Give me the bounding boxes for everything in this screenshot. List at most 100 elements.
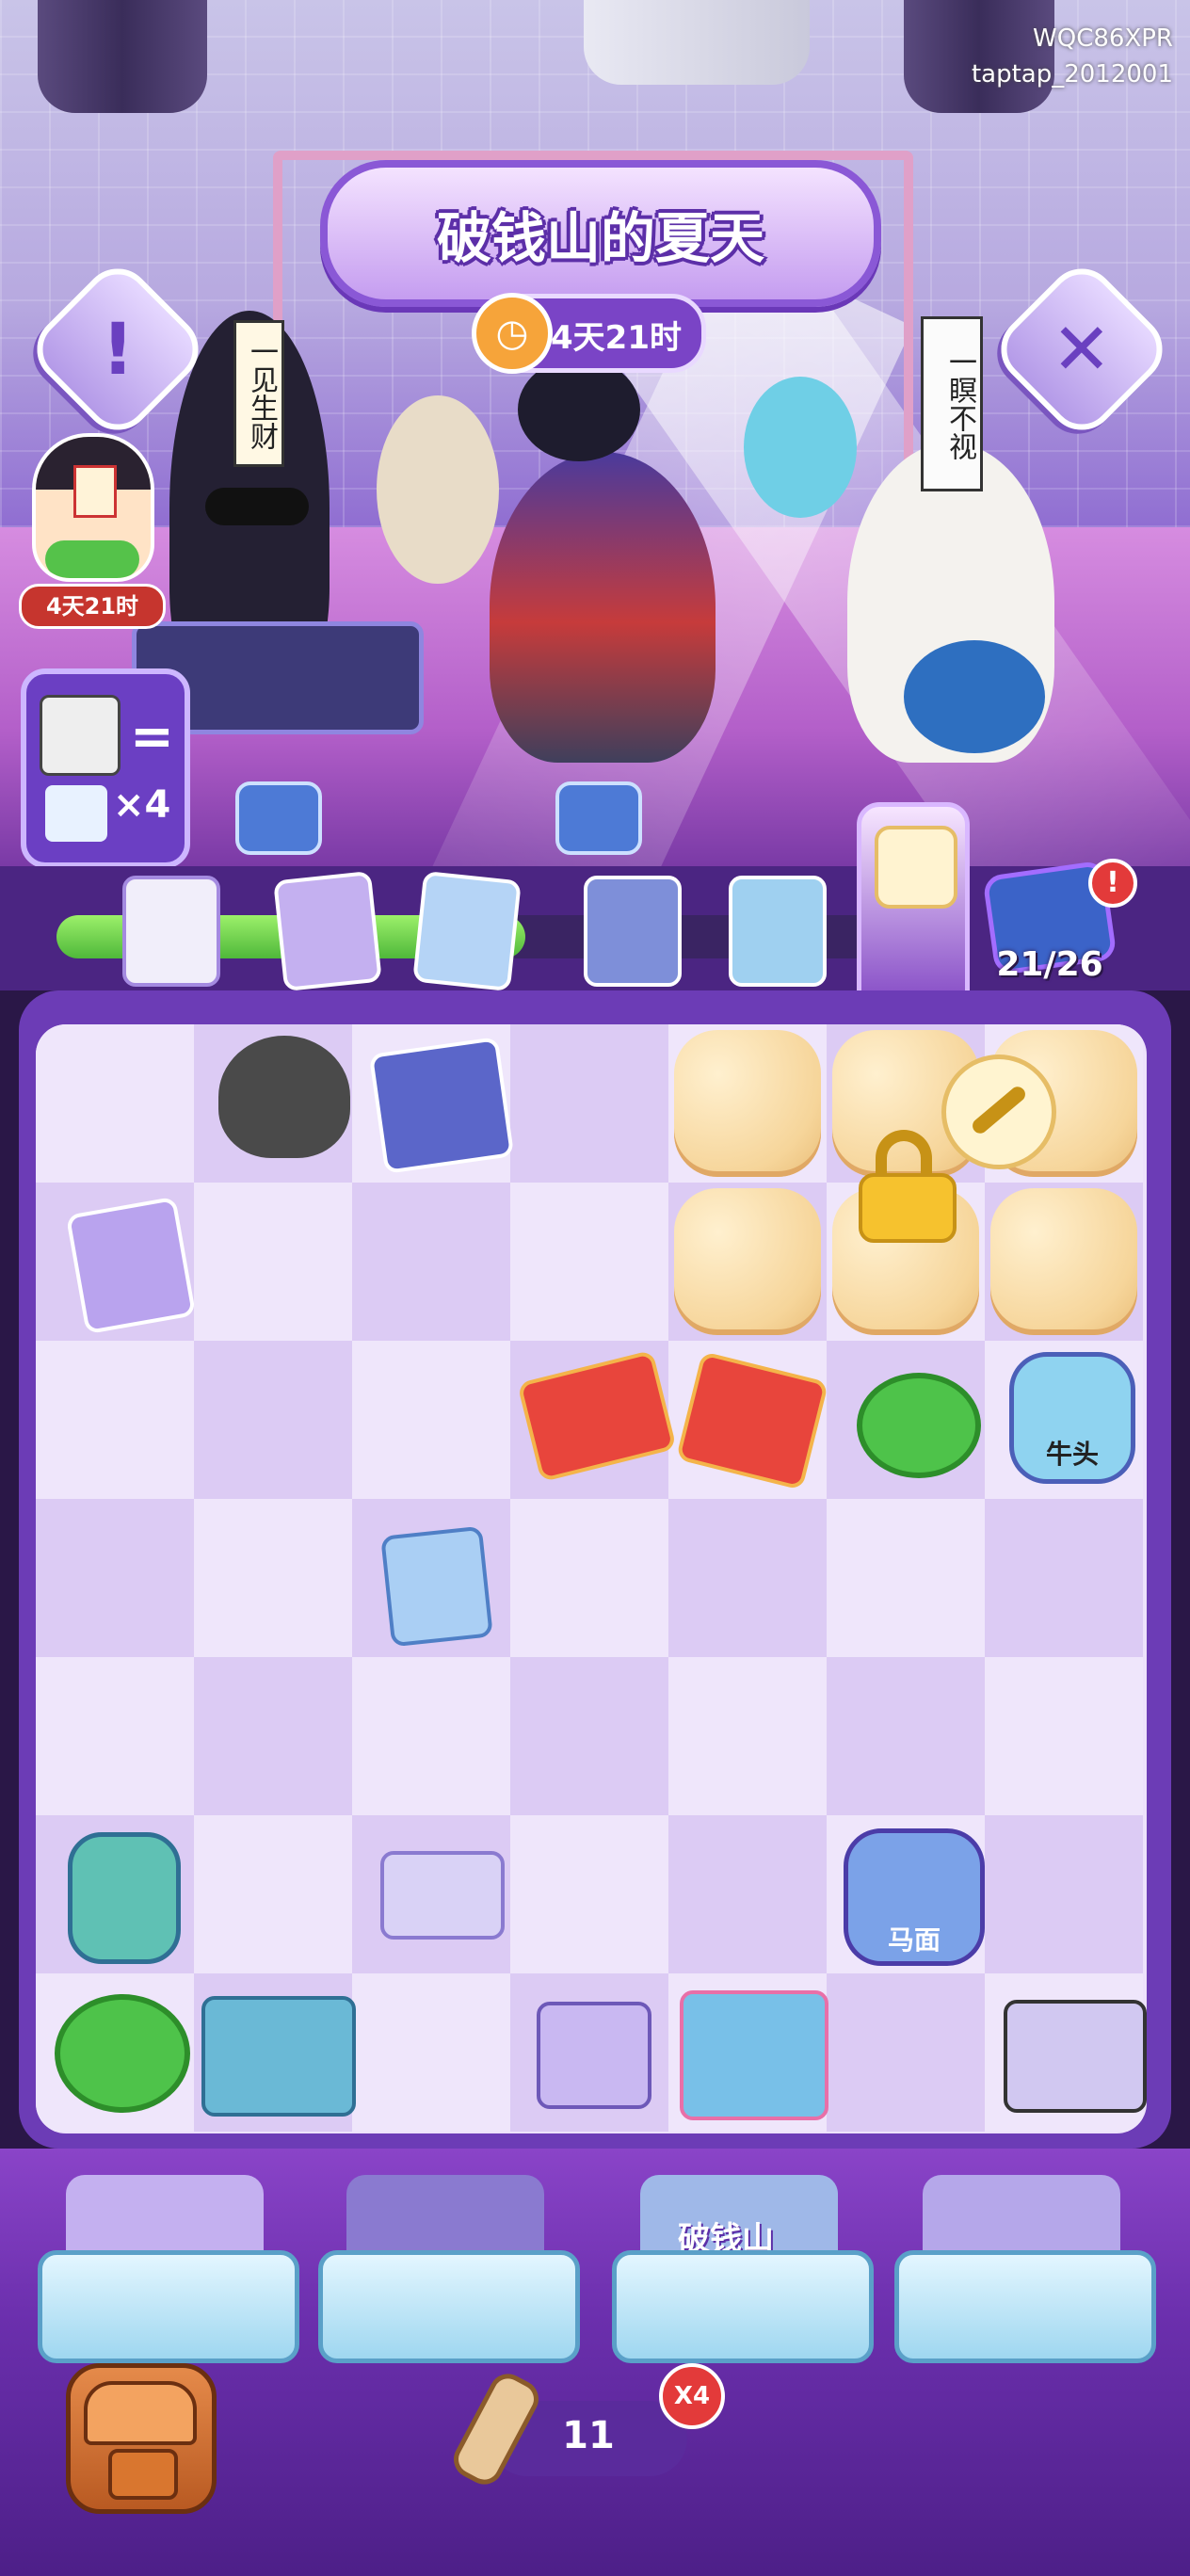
recipe-multiplier: ×4 <box>113 783 171 827</box>
board-cell[interactable] <box>985 1657 1143 1815</box>
watermark-user: taptap_2012001 <box>971 60 1173 89</box>
milestone-key-reward[interactable] <box>857 802 970 1000</box>
milestone-photo[interactable] <box>729 876 827 987</box>
milestone-card[interactable] <box>412 870 522 992</box>
collection-counter[interactable]: ! 21/26 <box>979 859 1137 984</box>
info-icon: ! <box>101 306 135 391</box>
board-cell[interactable] <box>36 1341 194 1499</box>
delivery-basket-4[interactable] <box>885 2165 1156 2363</box>
key-icon <box>875 826 957 909</box>
board-cell[interactable] <box>510 1183 668 1341</box>
locked-cloud-tile[interactable] <box>985 1183 1143 1341</box>
side-event-timer: 4天21时 <box>19 584 166 629</box>
curtain <box>904 0 1054 113</box>
tool-energy-icon <box>442 2363 546 2491</box>
board-cell[interactable] <box>194 1183 352 1341</box>
character-horse-dancer[interactable] <box>377 395 499 584</box>
item-white-impermanence-badge[interactable] <box>68 1832 181 1964</box>
basket-tub <box>894 2250 1156 2363</box>
board-cell[interactable] <box>36 1024 194 1183</box>
board-cell[interactable] <box>352 1973 510 2132</box>
item-tv-cd[interactable] <box>201 1996 356 2117</box>
character-right-sign: 一瞑不视 <box>921 316 983 491</box>
milestone-teapot[interactable] <box>122 876 220 987</box>
basket-tub <box>38 2250 299 2363</box>
item-sticker-sheet[interactable] <box>380 1525 493 1648</box>
board-cell[interactable] <box>827 1657 985 1815</box>
board-cell[interactable] <box>827 1499 985 1657</box>
clock-icon: ◷ <box>472 293 553 374</box>
curtain <box>584 0 810 85</box>
close-icon: ✕ <box>1052 307 1112 391</box>
disco-ball <box>518 358 640 461</box>
board-cell[interactable] <box>668 1657 827 1815</box>
speaker-monitor <box>235 781 322 855</box>
board-cell[interactable] <box>194 1815 352 1973</box>
board-cell[interactable] <box>194 1657 352 1815</box>
side-event-portrait <box>32 433 154 582</box>
item-cassette-tape[interactable] <box>380 1851 505 1940</box>
locked-cloud-tile[interactable] <box>668 1183 827 1341</box>
item-sketch-frame[interactable] <box>537 2002 651 2109</box>
item-jade-coins[interactable] <box>857 1373 981 1478</box>
board-cell[interactable] <box>194 1341 352 1499</box>
item-horse-face-badge[interactable]: 马面 <box>844 1828 985 1966</box>
collection-alert-badge: ! <box>1088 859 1137 908</box>
backpack-button[interactable] <box>66 2363 217 2514</box>
event-title: 破钱山的夏天 <box>436 206 764 270</box>
watermark-id: WQC86XPR <box>1033 24 1173 53</box>
recipe-equals: = <box>130 706 174 767</box>
board-cell[interactable] <box>352 1657 510 1815</box>
item-live-ticket[interactable] <box>368 1037 515 1174</box>
delivery-basket-3[interactable]: 破钱山 <box>603 2165 874 2363</box>
horse-face-label: 马面 <box>887 1924 941 1956</box>
character-left-sign: 一见生财 <box>233 320 284 467</box>
board-cell[interactable] <box>510 1499 668 1657</box>
event-timer-text: 4天21时 <box>551 319 682 357</box>
board-cell[interactable] <box>668 1815 827 1973</box>
speaker-monitor <box>555 781 642 855</box>
recipe-item-icon <box>40 695 121 776</box>
board-cell[interactable] <box>194 1499 352 1657</box>
key-required-bubble <box>941 1055 1056 1169</box>
character-singer[interactable] <box>490 452 716 763</box>
board-cell[interactable] <box>510 1815 668 1973</box>
board-cell[interactable] <box>668 1499 827 1657</box>
event-title-banner: 破钱山的夏天 <box>320 160 881 307</box>
backpack-pocket <box>108 2449 178 2500</box>
delivery-basket-2[interactable] <box>309 2165 580 2363</box>
item-vinyl-record[interactable] <box>1004 2000 1147 2113</box>
delivery-basket-1[interactable] <box>28 2165 299 2363</box>
board-cell[interactable] <box>985 1499 1143 1657</box>
sunglasses <box>205 488 309 525</box>
curtain <box>38 0 207 113</box>
board-cell[interactable] <box>985 1815 1143 1973</box>
basket-tub <box>612 2250 874 2363</box>
item-jade-coin-pile[interactable] <box>55 1994 190 2113</box>
energy-boost-badge[interactable]: X4 <box>659 2363 725 2429</box>
board-cell[interactable] <box>827 1973 985 2132</box>
milestone-live-ticket[interactable] <box>584 876 682 987</box>
board-cell[interactable] <box>352 1341 510 1499</box>
board-cell[interactable] <box>510 1024 668 1183</box>
board-cell[interactable] <box>36 1657 194 1815</box>
item-bull-head-badge[interactable]: 牛头 <box>1009 1352 1135 1484</box>
board-cell[interactable] <box>36 1499 194 1657</box>
item-singer-poster[interactable] <box>65 1196 197 1335</box>
character-bull-drummer[interactable] <box>744 377 857 518</box>
bull-head-label: 牛头 <box>1045 1439 1099 1470</box>
hammer-icon <box>45 785 107 842</box>
collection-count: 21/26 <box>996 945 1103 984</box>
item-photo-badge[interactable] <box>680 1990 828 2120</box>
item-cobweb-urn[interactable] <box>218 1036 350 1158</box>
milestone-poster[interactable] <box>273 870 382 992</box>
locked-cloud-tile[interactable] <box>668 1024 827 1183</box>
board-cell[interactable] <box>510 1657 668 1815</box>
recipe-card[interactable]: = ×4 <box>21 668 190 868</box>
backpack-icon <box>84 2381 197 2445</box>
board-cell[interactable] <box>352 1183 510 1341</box>
key-icon <box>969 1084 1029 1136</box>
padlock-icon[interactable] <box>859 1130 957 1243</box>
side-event-badge[interactable]: 4天21时 <box>19 433 166 629</box>
guitar <box>904 640 1045 753</box>
